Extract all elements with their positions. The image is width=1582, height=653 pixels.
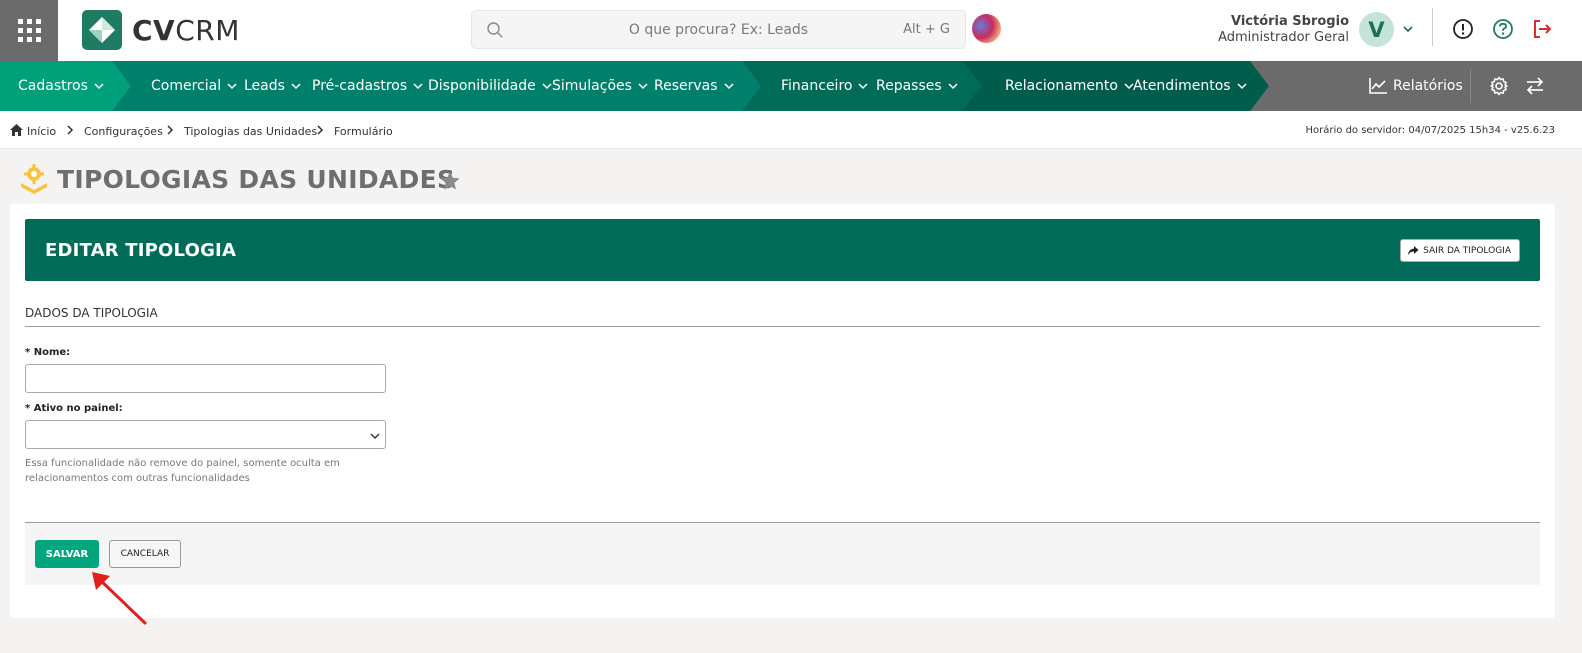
nav-cadastros[interactable]: Cadastros (18, 61, 104, 111)
nome-label: * Nome: (25, 347, 71, 358)
user-role: Administrador Geral (1218, 30, 1349, 45)
card-header: EDITAR TIPOLOGIA SAIR DA TIPOLOGIA (25, 219, 1540, 281)
app-logo[interactable]: CVCRM (82, 10, 240, 50)
nome-input[interactable] (25, 364, 386, 393)
breadcrumb: Início Configurações Tipologias das Unid… (0, 111, 1582, 149)
server-time: Horário do servidor: 04/07/2025 15h34 - … (1305, 125, 1555, 136)
nav-simulacoes[interactable]: Simulações (552, 61, 648, 111)
info-icon[interactable] (1452, 18, 1474, 40)
breadcrumb-inicio[interactable]: Início (27, 125, 56, 138)
nav-pre-cadastros[interactable]: Pré-cadastros (312, 61, 423, 111)
nav-relatorios[interactable]: Relatórios (1368, 61, 1463, 111)
swap-icon[interactable] (1525, 76, 1545, 96)
cvcrm-logo-icon (82, 10, 122, 50)
chevron-down-icon (227, 83, 237, 90)
chart-line-icon (1369, 78, 1387, 94)
chevron-down-icon (638, 83, 648, 90)
nav-relacionamento[interactable]: Relacionamento (1005, 61, 1134, 111)
share-arrow-icon (1407, 245, 1419, 255)
search-input[interactable] (472, 21, 965, 38)
main-nav: Cadastros Comercial Leads Pré-cadastros … (0, 61, 1582, 111)
nav-reservas[interactable]: Reservas (654, 61, 734, 111)
form-footer: SALVAR CANCELAR (25, 522, 1540, 585)
nav-disponibilidade[interactable]: Disponibilidade (428, 61, 552, 111)
card-title: EDITAR TIPOLOGIA (45, 240, 237, 261)
global-search[interactable]: Alt + G (471, 10, 966, 49)
chevron-down-icon (413, 83, 423, 90)
chevron-down-icon (948, 83, 958, 90)
nav-leads[interactable]: Leads (244, 61, 301, 111)
search-icon (487, 22, 503, 38)
nav-atendimentos[interactable]: Atendimentos (1133, 61, 1247, 111)
chevron-down-icon (724, 83, 734, 90)
top-bar: CVCRM Alt + G Victória Sbrogio Administr… (0, 0, 1582, 61)
breadcrumb-configuracoes[interactable]: Configurações (84, 125, 163, 138)
gear-icon[interactable] (1489, 76, 1509, 96)
ativo-painel-help: Essa funcionalidade não remove do painel… (25, 458, 340, 484)
chevron-down-icon (94, 83, 104, 90)
chevron-down-icon (1237, 83, 1247, 90)
page-title: TIPOLOGIAS DAS UNIDADES (57, 165, 456, 194)
nav-repasses[interactable]: Repasses (876, 61, 958, 111)
logo-text: CVCRM (132, 13, 240, 47)
avatar[interactable]: V (1359, 12, 1394, 47)
search-shortcut-hint: Alt + G (903, 22, 950, 37)
chevron-right-icon (67, 125, 74, 135)
chevron-down-icon (858, 83, 868, 90)
ai-assistant-button[interactable] (972, 14, 1001, 43)
breadcrumb-tipologias[interactable]: Tipologias das Unidades (184, 125, 317, 138)
chevron-down-icon (370, 433, 380, 439)
divider (1432, 8, 1433, 46)
chevron-down-icon (291, 83, 301, 90)
cancel-button[interactable]: CANCELAR (109, 540, 181, 568)
apps-menu-button[interactable] (0, 0, 58, 61)
save-button[interactable]: SALVAR (35, 540, 99, 568)
user-name[interactable]: Victória Sbrogio (1231, 14, 1349, 29)
chevron-right-icon (167, 125, 174, 135)
section-title: DADOS DA TIPOLOGIA (25, 306, 158, 320)
form-card: EDITAR TIPOLOGIA SAIR DA TIPOLOGIA DADOS… (10, 204, 1555, 618)
star-icon[interactable] (439, 170, 461, 192)
chevron-down-icon (542, 83, 552, 90)
divider (1470, 69, 1471, 103)
config-gear-icon (21, 164, 47, 194)
breadcrumb-formulario: Formulário (334, 125, 393, 138)
annotation-arrow-icon (92, 572, 147, 625)
grid-icon (17, 19, 41, 42)
home-icon[interactable] (10, 124, 23, 136)
nav-financeiro[interactable]: Financeiro (781, 61, 868, 111)
exit-tipologia-button[interactable]: SAIR DA TIPOLOGIA (1400, 239, 1520, 262)
ativo-painel-select[interactable] (25, 420, 386, 449)
divider (25, 326, 1540, 327)
help-icon[interactable] (1492, 18, 1514, 40)
chevron-down-icon[interactable] (1402, 23, 1414, 35)
chevron-right-icon (317, 125, 324, 135)
ativo-painel-label: * Ativo no painel: (25, 403, 123, 414)
nav-comercial[interactable]: Comercial (151, 61, 237, 111)
logout-icon[interactable] (1531, 18, 1553, 40)
